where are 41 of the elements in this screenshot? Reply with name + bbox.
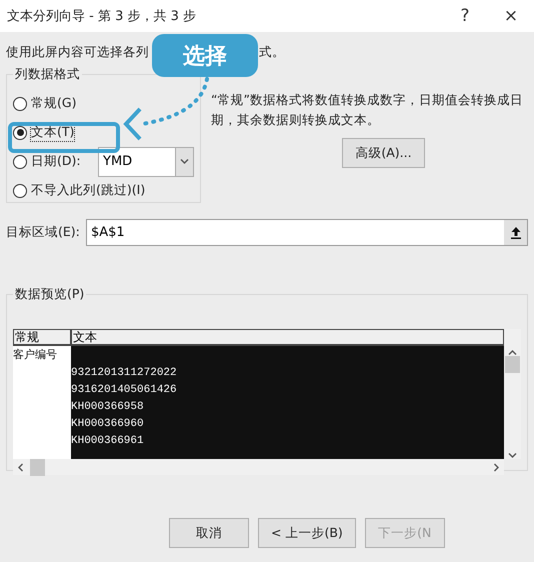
scroll-down-icon[interactable] <box>508 452 517 459</box>
table-cell: 客户编号 <box>13 350 57 362</box>
date-format-dropdown[interactable]: YMD <box>98 146 194 176</box>
table-cell: 9316201405061426 <box>71 384 177 396</box>
instruction-text: 使用此屏内容可选择各列 <box>6 44 149 60</box>
preview-column[interactable]: 客户编号 <box>13 346 71 459</box>
scrollbar-thumb[interactable] <box>505 356 520 373</box>
radio-label[interactable]: 日期(D): <box>31 153 81 170</box>
help-button[interactable]: ? <box>442 0 488 32</box>
close-button[interactable]: × <box>488 0 534 32</box>
radio-button[interactable] <box>13 96 27 110</box>
table-cell: KH000366958 <box>71 401 144 413</box>
format-description: “常规”数据格式将数值转换成数字，日期值会转换成日期，其余数据则转换成文本。 <box>211 91 524 129</box>
advanced-button[interactable]: 高级(A)... <box>342 138 425 168</box>
radio-button[interactable] <box>13 154 27 168</box>
group-title: 数据预览(P) <box>14 286 86 303</box>
instruction-text: 式。 <box>259 44 285 60</box>
scrollbar-thumb[interactable] <box>30 458 45 476</box>
scroll-right-icon[interactable] <box>493 462 500 472</box>
caret-icon[interactable] <box>180 158 189 165</box>
preview-column[interactable]: 9321201311272022 9316201405061426 KH000366958 KH000366960 KH000366961 <box>71 346 504 459</box>
scroll-left-icon[interactable] <box>17 462 24 472</box>
horizontal-scrollbar[interactable] <box>13 459 504 475</box>
radio-button[interactable] <box>13 184 27 198</box>
destination-label: 目标区域(E): <box>6 224 81 241</box>
column-header[interactable]: 文本 <box>71 329 504 346</box>
table-cell: 9321201311272022 <box>71 367 177 379</box>
radio-label[interactable]: 不导入此列(跳过)(I) <box>31 182 146 199</box>
window-title: 文本分列向导 - 第 3 步，共 3 步 <box>7 8 198 25</box>
vertical-scrollbar[interactable] <box>504 329 521 459</box>
group-title: 列数据格式 <box>14 66 81 83</box>
column-header[interactable]: 常规 <box>13 329 71 346</box>
table-cell: KH000366960 <box>71 418 144 430</box>
callout-label: 选择 <box>152 34 258 77</box>
dialog-button[interactable]: 取消 <box>169 518 249 548</box>
table-cell: KH000366961 <box>71 435 144 447</box>
scroll-up-icon[interactable] <box>508 349 517 356</box>
radio-button[interactable] <box>13 126 27 140</box>
dialog-button[interactable]: < 上一步(B) <box>258 518 356 548</box>
radio-label[interactable]: 文本(T) <box>31 124 74 141</box>
radio-label[interactable]: 常规(G) <box>31 95 76 112</box>
